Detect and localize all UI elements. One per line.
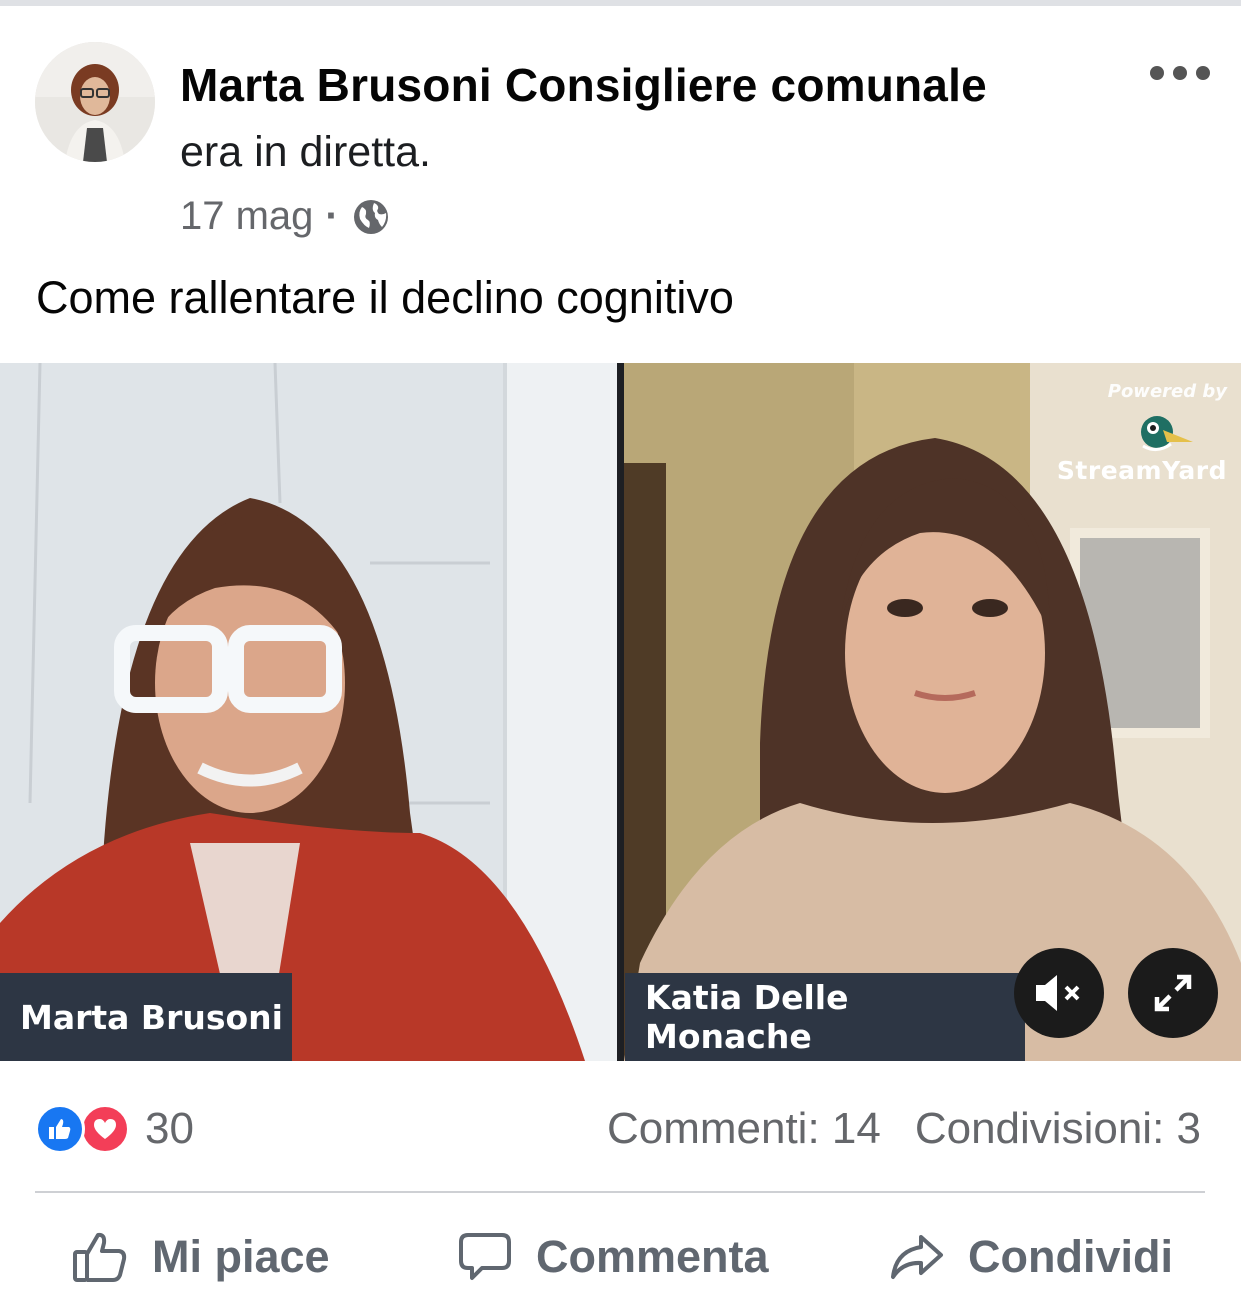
branding-name: StreamYard [1056, 456, 1227, 485]
reaction-count: 30 [145, 1104, 194, 1153]
share-arrow-icon [891, 1235, 943, 1279]
love-reaction-icon [80, 1104, 130, 1154]
meta-separator: · [325, 194, 339, 238]
share-button[interactable]: Condividi [890, 1222, 1173, 1292]
divider [35, 1191, 1205, 1193]
top-border [0, 0, 1241, 6]
mute-button[interactable] [1014, 948, 1104, 1038]
participant-name-tag: Marta Brusoni [0, 973, 292, 1061]
like-label: Mi piace [152, 1231, 330, 1282]
comment-button[interactable]: Commenta [458, 1222, 769, 1292]
dot-icon [1173, 66, 1187, 80]
post-meta: 17 mag · [180, 194, 391, 239]
post-action-text: era in diretta. [180, 128, 431, 176]
participant-name-tag: Katia Delle Monache [625, 973, 1025, 1061]
comment-label: Commenta [536, 1231, 769, 1282]
reaction-icons [35, 1104, 133, 1154]
speaker-muted-icon [1036, 975, 1080, 1011]
expand-icon [1154, 974, 1192, 1012]
dot-icon [1150, 66, 1164, 80]
like-button[interactable]: Mi piace [72, 1222, 330, 1292]
comment-bubble-icon [459, 1233, 511, 1280]
live-video[interactable]: Powered by StreamYard Marta Brusoni Kati… [0, 363, 1241, 1061]
like-reaction-icon [35, 1104, 85, 1154]
post-date[interactable]: 17 mag [180, 194, 313, 239]
post-author[interactable]: Marta Brusoni Consigliere comunale [180, 58, 987, 112]
thumbs-up-icon [73, 1232, 127, 1282]
globe-icon[interactable] [351, 197, 391, 237]
shares-count[interactable]: Condivisioni: 3 [915, 1104, 1201, 1154]
reactions-summary[interactable]: 30 [35, 1104, 194, 1154]
more-options-button[interactable] [1150, 58, 1210, 88]
branding-powered-text: Powered by [1107, 381, 1227, 402]
fullscreen-button[interactable] [1128, 948, 1218, 1038]
avatar[interactable] [35, 42, 155, 162]
engagement-stats: Commenti: 14 Condivisioni: 3 [607, 1104, 1201, 1154]
share-label: Condividi [968, 1231, 1173, 1282]
streamyard-branding: Powered by StreamYard [1057, 381, 1227, 485]
post-text: Come rallentare il declino cognitivo [36, 272, 734, 323]
comments-count[interactable]: Commenti: 14 [607, 1104, 881, 1154]
streamyard-logo-icon [1141, 416, 1193, 451]
dot-icon [1196, 66, 1210, 80]
